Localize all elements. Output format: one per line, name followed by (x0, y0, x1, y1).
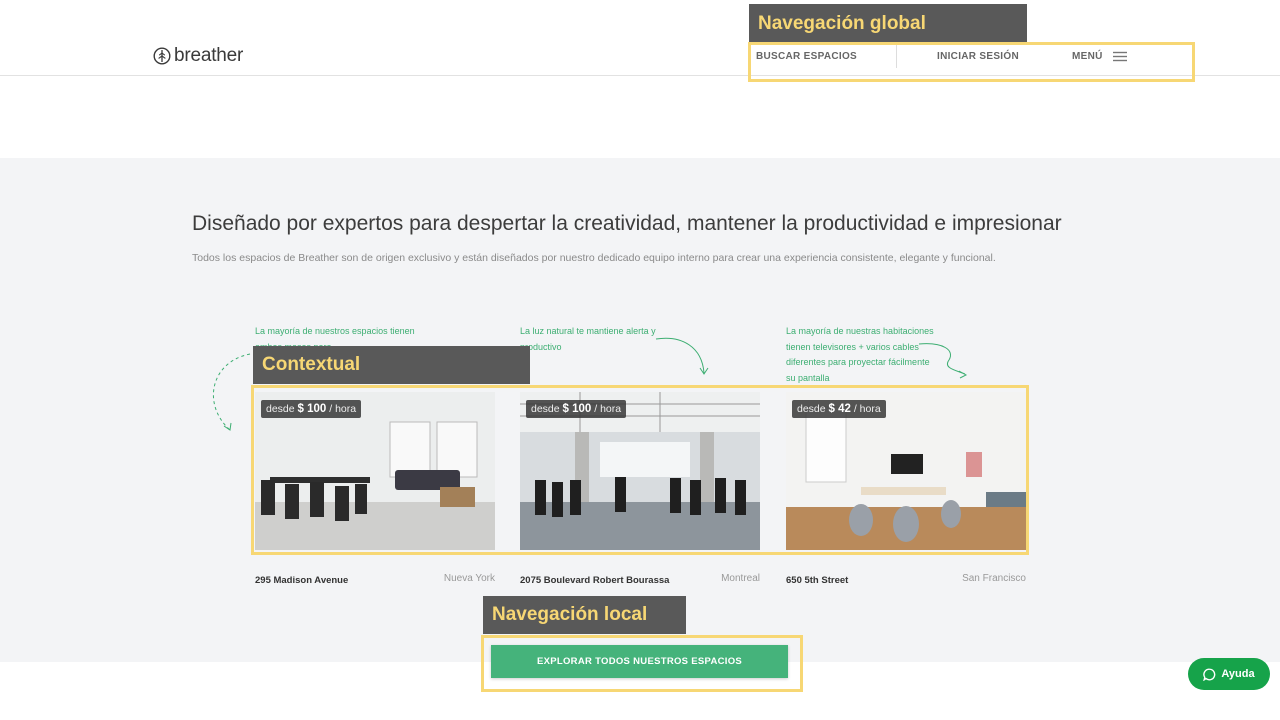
price-prefix: desde (797, 403, 826, 415)
section-headline: Diseñado por expertos para despertar la … (192, 212, 1062, 235)
explore-all-spaces-button[interactable]: EXPLORAR TODOS NUESTROS ESPACIOS (491, 645, 788, 678)
space-city: San Francisco (962, 573, 1026, 584)
price-prefix: desde (531, 403, 560, 415)
price-value: $ 100 (297, 403, 327, 415)
space-city: Montreal (721, 573, 760, 584)
price-prefix: desde (266, 403, 295, 415)
price-value: $ 100 (562, 403, 592, 415)
price-badge: desde $ 100 / hora (526, 400, 627, 418)
chat-bubble-icon (1203, 668, 1216, 681)
tree-logo-icon (153, 47, 171, 65)
site-header: breather BUSCAR ESPACIOS INICIAR SESIÓN … (0, 0, 1280, 76)
curved-arrow-icon (652, 333, 712, 378)
section-subtext: Todos los espacios de Breather son de or… (192, 252, 996, 264)
space-card-image[interactable]: desde $ 100 / hora (255, 392, 495, 550)
space-address[interactable]: 295 Madison Avenue (255, 573, 405, 589)
price-badge: desde $ 100 / hora (261, 400, 362, 418)
price-badge: desde $ 42 / hora (792, 400, 886, 418)
price-suffix: / hora (594, 403, 622, 415)
price-suffix: / hora (853, 403, 881, 415)
help-label: Ayuda (1221, 668, 1255, 680)
annotation-label-contextual: Contextual (253, 346, 530, 384)
nav-menu[interactable]: MENÚ (1072, 51, 1103, 62)
price-value: $ 42 (828, 403, 851, 415)
space-card-image[interactable]: desde $ 100 / hora (520, 392, 760, 550)
help-button[interactable]: Ayuda (1188, 658, 1270, 690)
annotation-label-local-nav: Navegación local (483, 596, 686, 634)
space-address[interactable]: 2075 Boulevard Robert Bourassa (520, 573, 670, 589)
nav-divider (896, 44, 897, 68)
price-suffix: / hora (329, 403, 357, 415)
breather-logo[interactable]: breather (153, 45, 243, 67)
annotation-label-global-nav: Navegación global (749, 4, 1027, 43)
feature-note-light: La luz natural te mantiene alerta y prod… (520, 326, 656, 352)
space-card-image[interactable]: desde $ 42 / hora (786, 392, 1026, 550)
curved-arrow-icon (200, 350, 255, 435)
logo-text: breather (174, 45, 244, 66)
nav-search-spaces[interactable]: BUSCAR ESPACIOS (756, 51, 857, 62)
nav-login[interactable]: INICIAR SESIÓN (937, 51, 1019, 62)
space-city: Nueva York (443, 573, 495, 584)
loop-arrow-icon (915, 338, 975, 383)
space-address[interactable]: 650 5th Street (786, 573, 936, 589)
feature-note-tv: La mayoría de nuestras habitaciones tien… (786, 326, 934, 383)
